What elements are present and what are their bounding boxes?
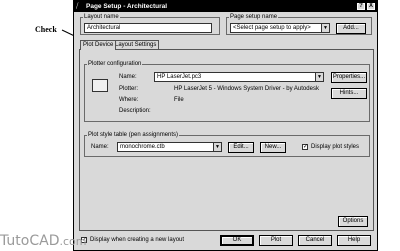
options-button[interactable]: Options <box>338 216 368 227</box>
where-label: Where: <box>119 97 139 103</box>
display-plot-styles-checkbox[interactable]: ✓ <box>302 144 308 150</box>
add-button[interactable]: Add... <box>336 23 366 34</box>
printer-icon <box>92 79 108 92</box>
plotter-name-label: Name: <box>119 74 137 80</box>
dialog-title: Page Setup - Architectural <box>86 3 168 10</box>
page-setup-dialog: Page Setup - Architectural ⧸ ? X Layout … <box>73 0 378 251</box>
description-label: Description: <box>119 108 151 114</box>
chevron-down-icon[interactable]: ▼ <box>315 73 323 81</box>
help-title-button[interactable]: ? <box>357 3 365 10</box>
plot-style-select[interactable]: monochrome.ctb ▼ <box>117 142 222 152</box>
close-title-button[interactable]: X <box>367 3 375 10</box>
chevron-down-icon[interactable]: ▼ <box>321 24 329 32</box>
chevron-down-icon[interactable]: ▼ <box>213 143 221 151</box>
edit-plot-style-button[interactable]: Edit... <box>228 142 254 153</box>
help-button[interactable]: Help <box>337 235 371 246</box>
page-setup-name-label: Page setup name <box>229 14 279 20</box>
tab-plot-device[interactable]: Plot Device <box>80 40 117 50</box>
plot-style-value: monochrome.ctb <box>120 144 165 150</box>
plotter-name-select[interactable]: HP LaserJet.pc3 ▼ <box>154 72 324 82</box>
plot-style-label: Plot style table (pen assignments) <box>87 132 180 138</box>
ok-button[interactable]: OK <box>220 235 254 246</box>
watermark-brand: TutoCAD <box>0 233 60 249</box>
plot-style-name-label: Name: <box>91 144 109 150</box>
plot-button[interactable]: Plot <box>259 235 293 246</box>
display-new-layout-label: Display when creating a new layout <box>90 237 185 243</box>
check-callout: Check <box>35 25 57 34</box>
page-setup-name-select[interactable]: <Select page setup to apply> ▼ <box>230 23 330 33</box>
display-plot-styles-label: Display plot styles <box>311 144 360 150</box>
plotter-config-label: Plotter configuration <box>87 61 143 67</box>
cancel-button[interactable]: Cancel <box>298 235 332 246</box>
properties-button[interactable]: Properties... <box>331 72 367 83</box>
tutocad-watermark: TutoCAD.com <box>0 233 87 249</box>
page-setup-name-value: <Select page setup to apply> <box>233 25 311 31</box>
autocad-app-icon: ⧸ <box>76 3 79 10</box>
watermark-domain: .com <box>59 235 87 248</box>
hints-button[interactable]: Hints... <box>331 88 367 99</box>
layout-name-input[interactable]: Architectural <box>84 23 212 33</box>
dialog-titlebar: Page Setup - Architectural <box>74 1 377 12</box>
plotter-name-value: HP LaserJet.pc3 <box>157 74 202 80</box>
plotter-value: HP LaserJet 5 - Windows System Driver - … <box>174 86 319 92</box>
plotter-label: Plotter: <box>119 86 139 92</box>
new-plot-style-button[interactable]: New... <box>260 142 286 153</box>
where-value: File <box>174 97 184 103</box>
tab-layout-settings[interactable]: Layout Settings <box>112 40 160 49</box>
layout-name-label: Layout name <box>83 14 120 20</box>
